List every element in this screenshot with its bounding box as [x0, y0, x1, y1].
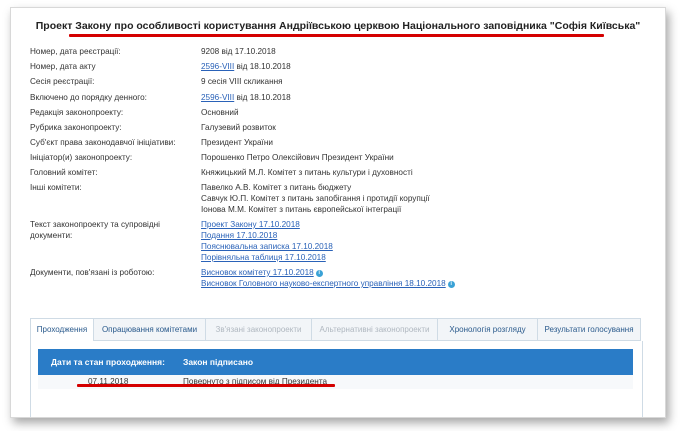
document-link[interactable]: Подання 17.10.2018	[201, 231, 277, 240]
tab-passage[interactable]: Проходження	[30, 318, 94, 341]
field-value: 9208 від 17.10.2018	[201, 47, 276, 56]
committee-item: Іонова М.М. Комітет з питань європейсько…	[201, 205, 402, 214]
related-doc-link[interactable]: Висновок комітету 17.10.2018	[201, 268, 314, 277]
field-label: Ініціатор(и) законопроекту:	[30, 153, 133, 162]
row-annotation-underline	[77, 384, 335, 387]
field-value: Княжицький М.Л. Комітет з питань культур…	[201, 168, 413, 177]
agenda-date: від 18.10.2018	[234, 93, 291, 102]
field-label: Сесія реєстрації:	[30, 77, 95, 86]
field-label: Текст законопроекту та супровідні докуме…	[30, 220, 160, 240]
tab-alternative-bills[interactable]: Альтернативні законопроекти	[311, 318, 438, 340]
related-doc-link[interactable]: Висновок Головного науково-експертного у…	[201, 279, 446, 288]
title-annotation-underline	[69, 34, 604, 37]
field-label: Документи, пов'язані із роботою:	[30, 268, 155, 277]
tab-chronology[interactable]: Хронологія розгляду	[437, 318, 538, 340]
field-label: Редакція законопроекту:	[30, 108, 124, 117]
document-link[interactable]: Проект Закону 17.10.2018	[201, 220, 300, 229]
field-label: Суб'єкт права законодавчої ініціативи:	[30, 138, 176, 147]
field-value: Президент України	[201, 138, 273, 147]
document-link[interactable]: Пояснювальна записка 17.10.2018	[201, 242, 333, 251]
info-icon[interactable]: i	[315, 270, 323, 277]
act-date: від 18.10.2018	[234, 62, 291, 71]
field-value: Галузевий розвиток	[201, 123, 276, 132]
passage-panel: Дати та стан проходження: Закон підписан…	[30, 341, 643, 417]
act-link[interactable]: 2596-VIII	[201, 62, 234, 71]
status-header-value: Закон підписано	[183, 357, 254, 367]
page-title: Проект Закону про особливості користуван…	[35, 20, 641, 32]
field-value: Порошенко Петро Олексійович Президент Ук…	[201, 153, 394, 162]
field-label: Номер, дата реєстрації:	[30, 47, 121, 56]
field-label: Включено до порядку денного:	[30, 93, 147, 102]
tab-voting-results[interactable]: Результати голосування	[537, 318, 641, 340]
info-icon[interactable]: i	[447, 281, 455, 288]
field-value: 9 сесія VIII скликання	[201, 77, 283, 86]
document-link[interactable]: Порівняльна таблиця 17.10.2018	[201, 253, 326, 262]
field-label: Головний комітет:	[30, 168, 98, 177]
tab-linked-bills[interactable]: Зв'язані законопроекти	[205, 318, 312, 340]
committee-item: Павелко А.В. Комітет з питань бюджету	[201, 183, 352, 192]
committee-item: Савчук Ю.П. Комітет з питань запобігання…	[201, 194, 430, 203]
tab-bar: Проходження Опрацювання комітетами Зв'яз…	[30, 318, 641, 341]
field-label: Інші комітети:	[30, 183, 82, 192]
field-value: Основний	[201, 108, 239, 117]
tab-committees[interactable]: Опрацювання комітетами	[93, 318, 206, 340]
bill-card: Проект Закону про особливості користуван…	[10, 7, 666, 418]
agenda-link[interactable]: 2596-VIII	[201, 93, 234, 102]
field-label: Рубрика законопроекту:	[30, 123, 122, 132]
field-label: Номер, дата акту	[30, 62, 96, 71]
status-header-label: Дати та стан проходження:	[51, 357, 165, 367]
status-header: Дати та стан проходження: Закон підписан…	[38, 349, 633, 375]
